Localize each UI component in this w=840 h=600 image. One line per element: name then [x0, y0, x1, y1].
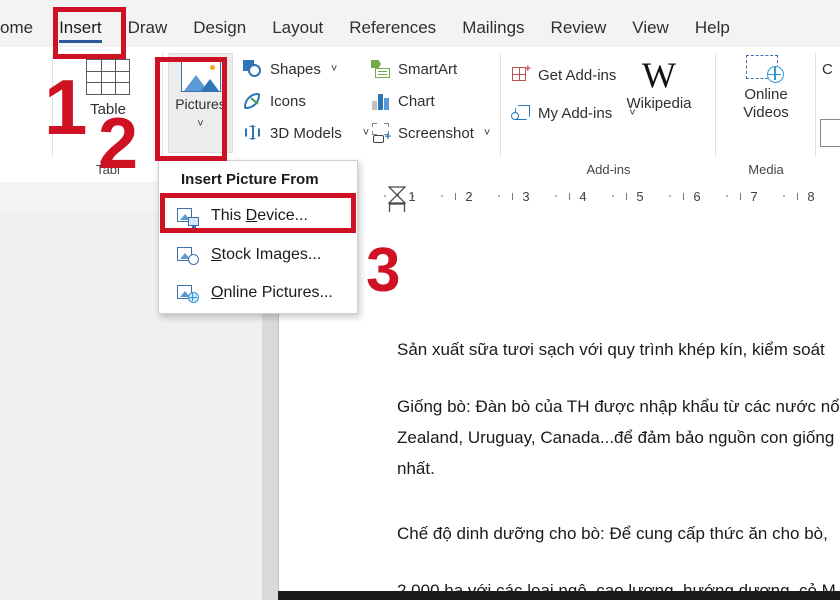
ruler-tick [455, 193, 457, 200]
ruler-ticks: 1 2 3 4 5 6 7 8 [278, 182, 840, 212]
insert-picture-from-menu: Insert Picture From This Device... Stock… [158, 160, 358, 314]
annotation-number-2: 2 [98, 108, 138, 180]
ruler-number: 3 [522, 189, 529, 204]
tab-view[interactable]: View [619, 19, 682, 47]
pictures-button-label: Pictures [169, 96, 232, 112]
cube-icon [243, 123, 263, 143]
table-icon [86, 59, 130, 95]
tab-draw[interactable]: Draw [115, 19, 181, 47]
shapes-button[interactable]: Shapes ˅ [243, 59, 337, 79]
chevron-down-icon[interactable]: ˅ [169, 119, 232, 129]
wikipedia-button[interactable]: W Wikipedia [611, 55, 707, 112]
pictures-button[interactable]: Pictures ˅ [168, 53, 233, 153]
ruler-number: 6 [693, 189, 700, 204]
ruler-tick [683, 193, 685, 200]
icons-icon [243, 91, 263, 111]
icons-button[interactable]: Icons [243, 91, 306, 111]
ruler-tick [569, 193, 571, 200]
group-label-addins: Add-ins [501, 162, 716, 177]
ruler-tick [512, 193, 514, 200]
this-device-icon [177, 206, 199, 226]
tab-home[interactable]: ome [0, 19, 46, 47]
horizontal-ruler[interactable]: 1 2 3 4 5 6 7 8 [0, 182, 840, 213]
ribbon-tab-strip: ome Insert Draw Design Layout References… [0, 0, 840, 47]
my-addins-icon [511, 103, 531, 123]
ruler-tick [797, 193, 799, 200]
tab-mailings[interactable]: Mailings [449, 19, 537, 47]
menu-item-online-pictures[interactable]: Online Pictures... [159, 274, 357, 312]
chevron-down-icon[interactable]: ˅ [363, 128, 369, 138]
ruler-tick [740, 193, 742, 200]
smartart-button[interactable]: SmartArt [371, 59, 457, 79]
annotation-number-3: 3 [366, 240, 400, 302]
ruler-tick [669, 195, 671, 197]
smartart-icon [371, 59, 391, 79]
chevron-down-icon[interactable]: ˅ [331, 64, 337, 74]
screenshot-icon: + [371, 123, 391, 143]
word-window: ome Insert Draw Design Layout References… [0, 0, 840, 600]
tab-design[interactable]: Design [180, 19, 259, 47]
document-workspace: Sản xuất sữa tươi sạch với quy trình khé… [0, 212, 840, 600]
wikipedia-label: Wikipedia [611, 95, 707, 112]
clipped-button-label[interactable]: C [822, 61, 833, 78]
tab-layout[interactable]: Layout [259, 19, 336, 47]
ruler-tick [384, 195, 386, 197]
clipped-button-box[interactable] [820, 119, 840, 147]
ruler-tick [555, 195, 557, 197]
screenshot-button[interactable]: + Screenshot ˅ [371, 123, 490, 143]
wikipedia-icon: W [611, 55, 707, 95]
tab-review[interactable]: Review [538, 19, 620, 47]
ribbon-group-media: Online Videos Media [716, 47, 816, 182]
ruler-number: 2 [465, 189, 472, 204]
ribbon-group-clipped: C [816, 47, 840, 182]
ruler-number: 7 [750, 189, 757, 204]
tab-references[interactable]: References [336, 19, 449, 47]
menu-item-stock-images[interactable]: Stock Images... [159, 236, 357, 274]
paragraph: Sản xuất sữa tươi sạch với quy trình khé… [397, 334, 840, 365]
paragraph: Giống bò: Đàn bò của TH được nhập khẩu t… [397, 391, 840, 484]
ruler-number: 4 [579, 189, 586, 204]
tab-help[interactable]: Help [682, 19, 743, 47]
ruler-tick [626, 193, 628, 200]
get-addins-button[interactable]: + Get Add-ins [511, 65, 616, 85]
ruler-number: 5 [636, 189, 643, 204]
ruler-tick [441, 195, 443, 197]
online-videos-button[interactable]: Online Videos [716, 55, 816, 122]
menu-header: Insert Picture From [181, 171, 319, 188]
shapes-icon [243, 59, 263, 79]
chart-icon [371, 91, 391, 111]
stock-images-icon [177, 245, 199, 265]
online-videos-label-line1: Online [716, 86, 816, 104]
indent-marker[interactable] [388, 186, 406, 212]
tab-insert[interactable]: Insert [46, 19, 115, 47]
ruler-number: 1 [408, 189, 415, 204]
bottom-bar [278, 591, 840, 600]
online-pictures-icon [177, 283, 199, 303]
document-page[interactable]: Sản xuất sữa tươi sạch với quy trình khé… [278, 212, 840, 591]
group-label-media: Media [716, 162, 816, 177]
document-text[interactable]: Sản xuất sữa tươi sạch với quy trình khé… [397, 334, 840, 600]
annotation-number-1: 1 [44, 68, 87, 146]
ruler-tick [612, 195, 614, 197]
ruler-tick [783, 195, 785, 197]
chevron-down-icon[interactable]: ˅ [484, 128, 490, 138]
active-tab-underline [59, 40, 102, 43]
ribbon-tabs: ome Insert Draw Design Layout References… [0, 0, 743, 47]
online-video-icon [746, 55, 786, 83]
indent-marker-glyph [388, 186, 406, 214]
3d-models-button[interactable]: 3D Models ˅ [243, 123, 369, 143]
ruler-tick [726, 195, 728, 197]
ruler-number: 8 [807, 189, 814, 204]
ruler-tick [498, 195, 500, 197]
get-addins-icon: + [511, 65, 531, 85]
group-label-pages: es [0, 162, 53, 177]
online-videos-label-line2: Videos [716, 104, 816, 122]
menu-item-this-device[interactable]: This Device... [159, 197, 357, 235]
ribbon-group-addins: + Get Add-ins My Add-ins ˅ W Wikipedia A… [501, 47, 716, 182]
chart-button[interactable]: Chart [371, 91, 435, 111]
pictures-icon [181, 61, 221, 92]
paragraph: Chế độ dinh dưỡng cho bò: Để cung cấp th… [397, 518, 840, 549]
